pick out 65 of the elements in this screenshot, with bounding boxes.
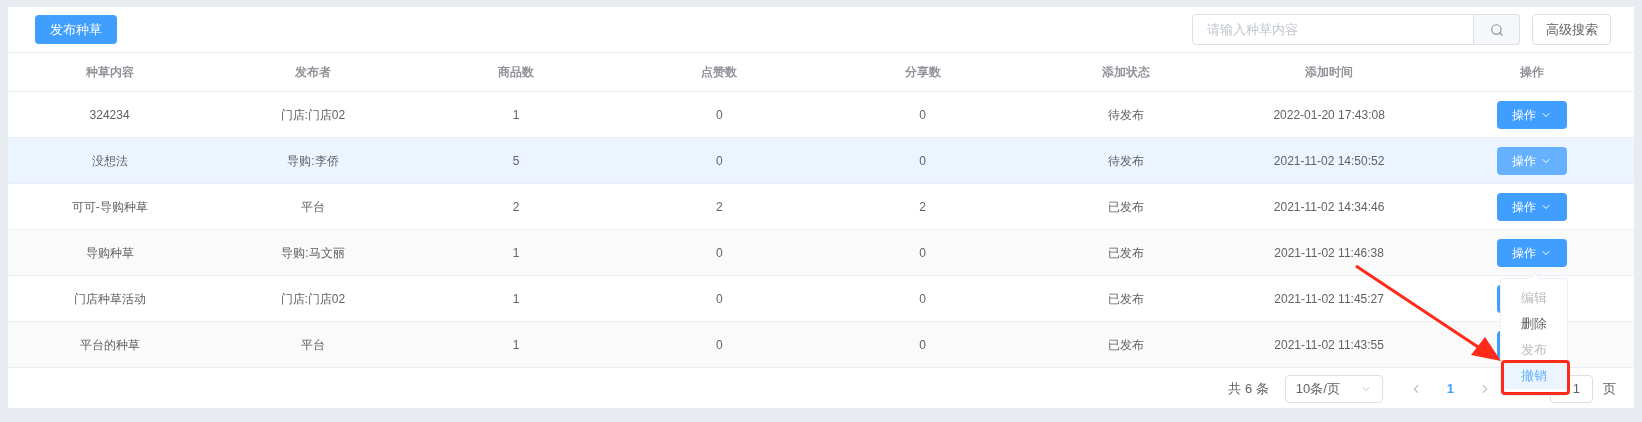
table-cell-text: 可可-导购种草 [71, 198, 148, 216]
table-cell-text: 324234 [89, 106, 130, 124]
search-button[interactable] [1474, 14, 1520, 45]
table-cell-text: 门店:门店02 [280, 290, 346, 308]
table-cell-text: 2021-11-02 14:50:52 [1273, 152, 1385, 170]
table-cell-text: 0 [919, 336, 926, 354]
table-cell-text: 平台 [300, 336, 325, 354]
table-cell-text: 导购:马文丽 [281, 244, 345, 262]
page-size-select[interactable]: 10条/页 [1284, 374, 1383, 403]
search-field[interactable]: 请输入种草内容 [1192, 14, 1474, 45]
table-cell-text: 门店:门店02 [280, 106, 346, 124]
table-cell-text: 没想法 [91, 152, 128, 170]
column-header: 添加时间 [1305, 64, 1354, 81]
table-cell-text: 0 [716, 336, 723, 354]
column-header: 种草内容 [85, 64, 134, 81]
page-suffix: 页 [1603, 379, 1616, 398]
table-cell-text: 0 [716, 290, 723, 308]
column-header: 操作 [1520, 64, 1545, 81]
table-cell-text: 5 [512, 152, 520, 170]
table-cell-text: 已发布 [1107, 290, 1144, 308]
table-cell-text: 1 [512, 106, 520, 124]
table-cell-text: 2021-11-02 11:45:27 [1274, 290, 1384, 308]
table-cell-text: 导购:李侨 [287, 152, 339, 170]
table-cell-text: 0 [919, 152, 926, 170]
publish-button[interactable]: 发布种草 [35, 15, 117, 44]
table-cell-text: 平台的种草 [79, 336, 140, 354]
column-header: 商品数 [498, 64, 535, 81]
table-cell-text: 门店种草活动 [73, 290, 146, 308]
table-cell-text: 待发布 [1107, 152, 1144, 170]
action-button[interactable]: 操作 [1497, 100, 1568, 129]
action-button[interactable]: 操作 [1497, 192, 1568, 221]
table-cell-text: 已发布 [1107, 198, 1144, 216]
table-cell-text: 待发布 [1107, 106, 1144, 124]
table-cell-text: 1 [512, 244, 520, 262]
table-cell-text: 平台 [300, 198, 325, 216]
table-cell-text: 1 [512, 290, 520, 308]
table-cell-text: 已发布 [1107, 336, 1144, 354]
column-header: 发布者 [294, 64, 331, 81]
advanced-search-button[interactable]: 高级搜索 [1532, 14, 1611, 45]
table-cell-text: 2021-11-02 11:43:55 [1274, 336, 1384, 354]
table-cell-text: 导购种草 [85, 244, 134, 262]
search-icon [1489, 22, 1504, 37]
column-header: 添加状态 [1101, 64, 1150, 81]
table-cell-text: 已发布 [1107, 244, 1144, 262]
column-header: 点赞数 [701, 64, 738, 81]
column-header: 分享数 [904, 64, 941, 81]
menu-item[interactable]: 撤销 [1501, 363, 1567, 389]
table-cell-text: 2 [919, 198, 926, 216]
total-count: 共 6 条 [1228, 379, 1269, 398]
table-cell-text: 1 [512, 336, 520, 354]
page-number[interactable]: 1 [1446, 378, 1454, 399]
table-cell-text: 0 [919, 290, 926, 308]
table-cell-text: 0 [716, 152, 723, 170]
table-cell-text: 2 [512, 198, 520, 216]
table-cell-text: 2022-01-20 17:43:08 [1273, 106, 1385, 124]
table-cell-text: 0 [716, 106, 723, 124]
table-cell-text: 2 [716, 198, 723, 216]
table-cell-text: 0 [919, 244, 926, 262]
table-cell-text: 2021-11-02 14:34:46 [1273, 198, 1385, 216]
table-cell-text: 2021-11-02 11:46:38 [1274, 244, 1384, 262]
action-button[interactable]: 操作 [1497, 146, 1568, 175]
table-cell-text: 0 [919, 106, 926, 124]
action-button[interactable]: 操作 [1497, 238, 1568, 267]
highlight-annotation [1501, 360, 1570, 395]
table-cell-text: 0 [716, 244, 723, 262]
